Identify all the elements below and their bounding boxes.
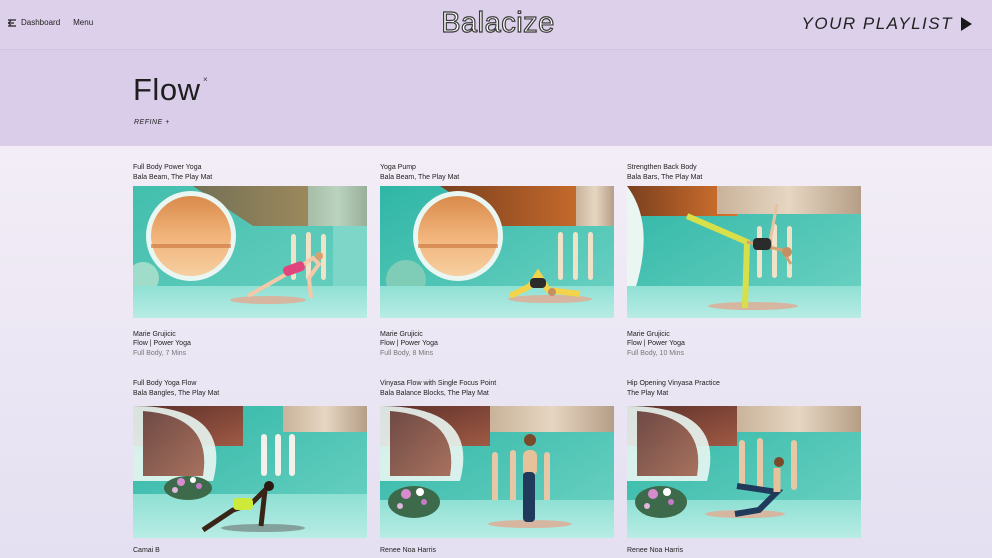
class-card[interactable]: Vinyasa Flow with Single Focus Point Bal… <box>380 379 614 554</box>
class-title: Full Body Power Yoga <box>133 164 202 171</box>
page-title: Flow <box>133 72 201 107</box>
class-title: Strengthen Back Body <box>627 164 697 171</box>
class-card[interactable]: Full Body Yoga Flow Bala Bangles, The Pl… <box>133 379 367 554</box>
class-equipment: Bala Bangles, The Play Mat <box>133 389 220 397</box>
class-category: Flow | Power Yoga <box>380 340 438 347</box>
class-equipment: The Play Mat <box>627 389 669 397</box>
class-category: Flow | Power Yoga <box>627 340 685 347</box>
playlist-label: YOUR PLAYLIST <box>801 14 953 33</box>
balacize-logo[interactable]: Balacize <box>432 5 564 41</box>
dashboard-label: Dashboard <box>21 18 61 27</box>
class-title: Vinyasa Flow with Single Focus Point <box>380 380 497 387</box>
your-playlist-button[interactable]: YOUR PLAYLIST <box>802 14 972 34</box>
class-card[interactable]: Full Body Power Yoga Bala Beam, The Play… <box>133 163 367 357</box>
class-card[interactable]: Hip Opening Vinyasa Practice The Play Ma… <box>627 379 861 554</box>
class-details: Full Body, 8 Mins <box>380 350 434 357</box>
instructor-name: Renee Noa Harris <box>627 547 684 554</box>
instructor-name: Renee Noa Harris <box>380 547 437 554</box>
clear-filter-icon[interactable]: × <box>203 75 208 84</box>
menu-link[interactable]: Menu <box>73 18 93 27</box>
class-title: Hip Opening Vinyasa Practice <box>627 380 720 387</box>
nav-left: Dashboard Menu <box>8 18 93 27</box>
class-thumbnail[interactable] <box>627 406 861 538</box>
top-navigation-bar: Dashboard Menu Balacize YOUR PLAYLIST <box>0 0 992 50</box>
class-thumbnail[interactable] <box>627 186 861 318</box>
class-thumbnail[interactable] <box>133 186 367 318</box>
dashboard-link[interactable]: Dashboard <box>8 18 60 27</box>
class-thumbnail[interactable] <box>380 406 614 538</box>
class-equipment: Bala Beam, The Play Mat <box>380 173 460 181</box>
refine-button[interactable]: REFINE + <box>134 119 170 126</box>
class-equipment: Bala Bars, The Play Mat <box>627 173 703 181</box>
class-card[interactable]: Yoga Pump Bala Beam, The Play Mat Marie … <box>380 163 614 357</box>
class-details: Full Body, 10 Mins <box>627 350 685 357</box>
class-equipment: Bala Balance Blocks, The Play Mat <box>380 389 489 397</box>
class-title: Full Body Yoga Flow <box>133 380 197 387</box>
class-thumbnail[interactable] <box>133 406 367 538</box>
class-details: Full Body, 7 Mins <box>133 350 187 357</box>
instructor-name: Camai B <box>133 547 160 554</box>
class-title: Yoga Pump <box>380 164 416 171</box>
dashboard-icon <box>8 18 18 27</box>
class-category: Flow | Power Yoga <box>133 340 191 347</box>
class-thumbnail[interactable] <box>380 186 614 318</box>
category-hero: Flow × REFINE + <box>0 50 992 146</box>
class-card[interactable]: Strengthen Back Body Bala Bars, The Play… <box>627 163 861 357</box>
play-icon <box>961 17 972 31</box>
class-equipment: Bala Beam, The Play Mat <box>133 173 213 181</box>
